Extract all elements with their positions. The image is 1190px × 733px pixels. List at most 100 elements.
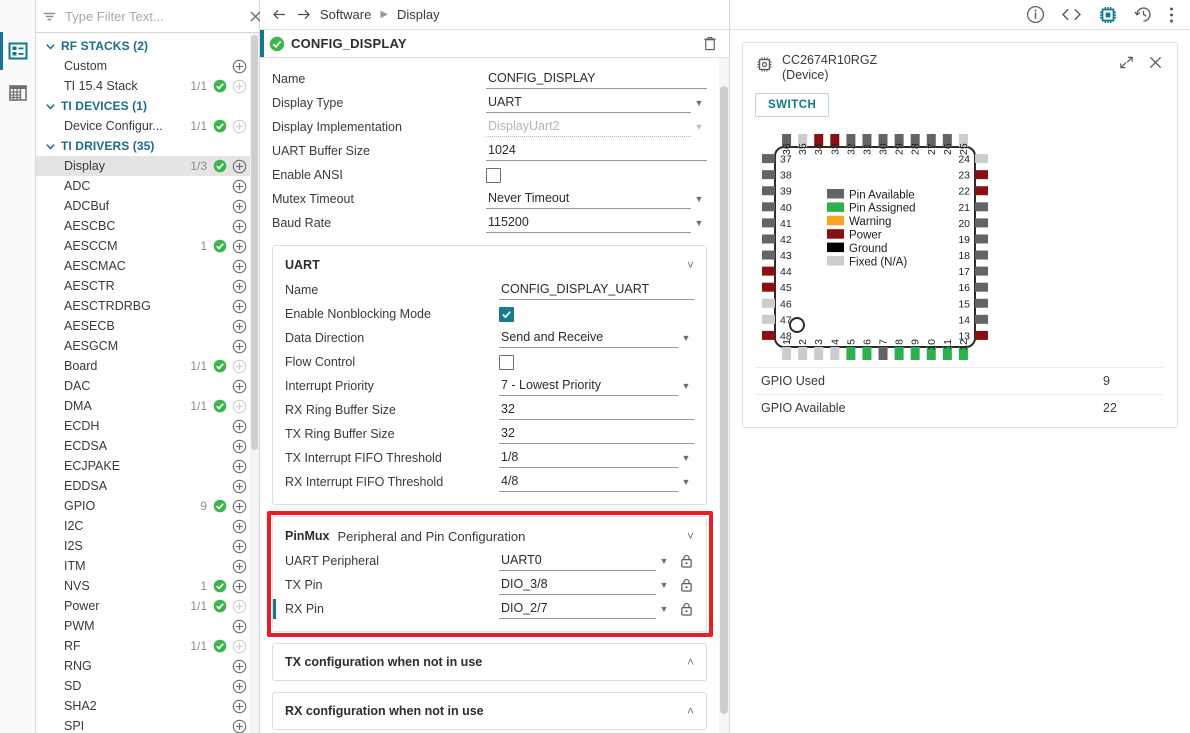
tx-ring-buffer-size-value[interactable]: 32 [499,424,694,444]
pin-14[interactable] [975,315,988,324]
add-icon[interactable] [232,719,247,733]
pin-4[interactable] [830,347,839,360]
pin-15[interactable] [975,299,988,308]
pin-43[interactable] [762,251,775,260]
sidebar-item-aescmac[interactable]: AESCMAC [36,256,259,276]
sidebar-item-aesccm[interactable]: AESCCM1 [36,236,259,256]
sidebar-item-i2s[interactable]: I2S [36,536,259,556]
add-icon[interactable] [232,619,247,634]
rx-ring-buffer-size-value[interactable]: 32 [499,400,694,420]
pin-9[interactable] [911,347,920,360]
pin-22[interactable] [975,186,988,195]
rx-interrupt-fifo-threshold-value[interactable]: 4/8 [499,472,678,492]
pin-45[interactable] [762,283,775,292]
pin-44[interactable] [762,267,775,276]
chevron-down-icon[interactable]: ˅ [687,259,694,271]
tree-group-header[interactable]: TI DEVICES (1) [36,96,259,116]
filter-icon[interactable] [42,9,57,24]
add-icon[interactable] [232,59,247,74]
add-icon[interactable] [232,219,247,234]
mutex-timeout-value[interactable]: Never Timeout [486,189,691,209]
chevron-down-icon[interactable]: ▼ [656,604,672,614]
baud-rate-value[interactable]: 115200 [486,213,691,233]
chevron-down-icon[interactable]: ˅ [687,530,694,542]
uart-section-header[interactable]: UART ˅ [285,252,694,278]
sidebar-item-aesctr[interactable]: AESCTR [36,276,259,296]
add-icon[interactable] [232,419,247,434]
collapsed-section-header[interactable]: TX configuration when not in use˄ [285,655,694,669]
chevron-up-icon[interactable]: ˄ [687,656,694,668]
pin-18[interactable] [975,251,988,260]
uart-buffer-size-value[interactable]: 1024 [486,141,707,161]
pin-40[interactable] [762,202,775,211]
rail-item-software-components[interactable] [0,30,35,72]
pin-47[interactable] [762,315,775,324]
add-icon[interactable] [232,319,247,334]
lock-icon[interactable] [678,554,694,568]
lock-icon[interactable] [678,578,694,592]
sidebar-item-aescbc[interactable]: AESCBC [36,216,259,236]
form-scrollbar[interactable] [719,58,729,733]
component-tree[interactable]: RF STACKS (2)CustomTI 15.4 Stack1/1TI DE… [36,33,259,733]
chevron-down-icon[interactable]: ▼ [656,580,672,590]
form-scrollbar-thumb[interactable] [720,86,728,714]
pin-46[interactable] [762,299,775,308]
sidebar-item-aesctrdrbg[interactable]: AESCTRDRBG [36,296,259,316]
sidebar-item-dac[interactable]: DAC [36,376,259,396]
sidebar-item-aesecb[interactable]: AESECB [36,316,259,336]
search-input[interactable] [63,8,243,25]
pin-21[interactable] [975,202,988,211]
sidebar-scrollbar-thumb[interactable] [251,35,258,450]
pin-42[interactable] [762,234,775,243]
collapsed-section[interactable]: TX configuration when not in use˄ [272,643,707,681]
collapsed-section-header[interactable]: RX configuration when not in use˄ [285,704,694,718]
sidebar-item-aesgcm[interactable]: AESGCM [36,336,259,356]
breadcrumb-item-display[interactable]: Display [397,7,440,22]
add-icon[interactable] [232,379,247,394]
uart-peripheral-value[interactable]: UART0 [499,551,656,571]
pin-2[interactable] [798,347,807,360]
sidebar-item-rng[interactable]: RNG [36,656,259,676]
pin-19[interactable] [975,234,988,243]
enable-ansi-checkbox[interactable] [486,168,501,183]
chevron-down-icon[interactable]: ▼ [656,556,672,566]
chevron-down-icon[interactable]: ▼ [691,194,707,204]
lock-icon[interactable] [678,602,694,616]
chevron-down-icon[interactable] [45,101,56,112]
sidebar-item-spi[interactable]: SPI [36,716,259,733]
sidebar-item-sha2[interactable]: SHA2 [36,696,259,716]
sidebar-item-ecdh[interactable]: ECDH [36,416,259,436]
add-icon[interactable] [232,499,247,514]
code-icon[interactable] [1061,6,1082,23]
sidebar-item-custom[interactable]: Custom [36,56,259,76]
pin-37[interactable] [762,154,775,163]
name-value[interactable]: CONFIG_DISPLAY_UART [499,280,694,300]
chevron-down-icon[interactable]: ▼ [678,333,694,343]
add-icon[interactable] [232,259,247,274]
chevron-down-icon[interactable]: ▼ [678,453,694,463]
pin-1[interactable] [782,347,791,360]
add-icon[interactable] [232,519,247,534]
sidebar-item-nvs[interactable]: NVS1 [36,576,259,596]
pin-6[interactable] [862,347,871,360]
chevron-down-icon[interactable]: ▼ [691,218,707,228]
rx-pin-value[interactable]: DIO_2/7 [499,599,656,619]
sidebar-scrollbar[interactable] [250,33,259,733]
arrow-left-icon[interactable] [272,8,287,21]
info-icon[interactable] [1026,5,1045,24]
pin-16[interactable] [975,283,988,292]
expand-icon[interactable] [1119,55,1134,70]
tx-interrupt-fifo-threshold-value[interactable]: 1/8 [499,448,678,468]
switch-button[interactable]: SWITCH [755,93,829,117]
pinmux-section-header[interactable]: PinMux Peripheral and Pin Configuration … [285,523,694,549]
pin-41[interactable] [762,218,775,227]
history-icon[interactable] [1134,5,1153,24]
interrupt-priority-value[interactable]: 7 - Lowest Priority [499,376,678,396]
pin-17[interactable] [975,267,988,276]
trash-icon[interactable] [703,36,717,51]
add-icon[interactable] [232,179,247,194]
pin-48[interactable] [762,331,775,340]
sidebar-item-ecjpake[interactable]: ECJPAKE [36,456,259,476]
pin-8[interactable] [895,347,904,360]
add-icon[interactable] [232,699,247,714]
